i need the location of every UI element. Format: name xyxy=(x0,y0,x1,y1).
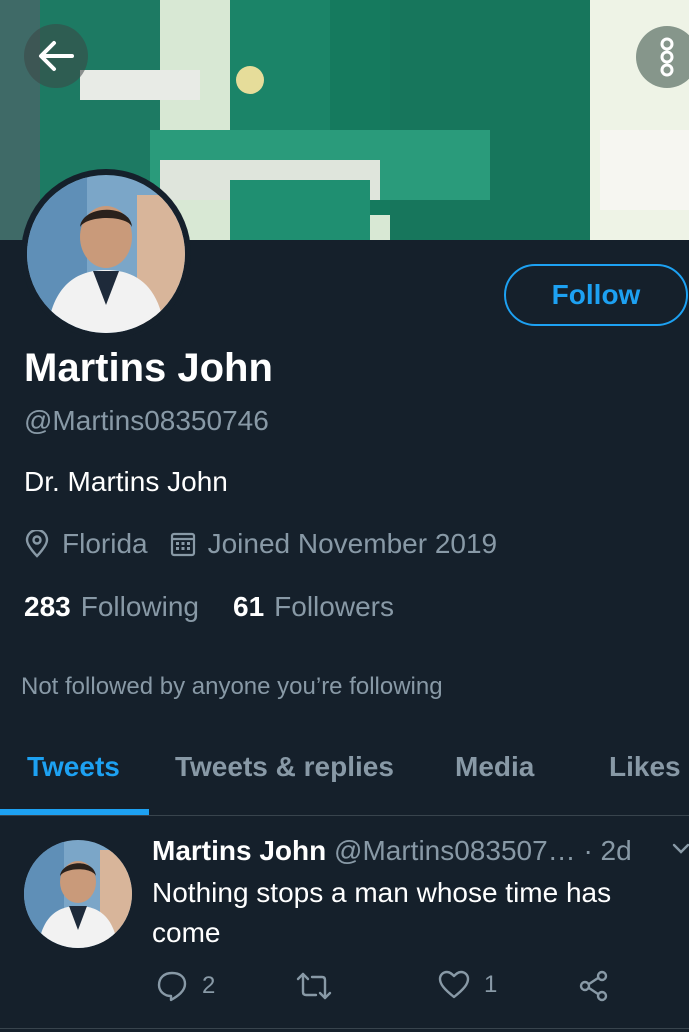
tweet-header: Martins John @Martins083507… · 2d xyxy=(152,835,632,867)
tab-likes[interactable]: Likes xyxy=(609,751,681,783)
like-count: 1 xyxy=(484,971,498,998)
reply-button[interactable]: 2 xyxy=(156,970,215,1002)
avatar xyxy=(27,175,185,333)
reply-icon xyxy=(157,971,187,1002)
tweet-time: · 2d xyxy=(583,835,632,866)
tweet-text: Nothing stops a man whose time has come xyxy=(152,877,612,948)
divider xyxy=(0,1028,689,1029)
tweet-author-handle: @Martins083507… xyxy=(334,835,576,866)
calendar-icon xyxy=(170,531,196,557)
share-button[interactable] xyxy=(578,970,610,1002)
back-button[interactable] xyxy=(24,24,88,88)
tweet-author-name[interactable]: Martins John xyxy=(152,835,326,866)
location-text: Florida xyxy=(62,528,148,559)
tab-tweets-replies[interactable]: Tweets & replies xyxy=(175,751,394,783)
divider xyxy=(0,815,689,816)
like-button[interactable]: 1 xyxy=(438,970,497,1000)
profile-bio: Dr. Martins John xyxy=(24,466,228,497)
location-icon xyxy=(24,530,50,558)
heart-icon xyxy=(438,970,470,999)
followers-link[interactable]: 61 Followers xyxy=(233,591,394,623)
profile-avatar[interactable] xyxy=(21,169,191,339)
share-icon xyxy=(579,970,608,1002)
more-options-button[interactable] xyxy=(636,26,689,88)
retweet-icon xyxy=(296,972,332,1000)
chevron-down-icon xyxy=(672,843,689,854)
not-followed-notice: Not followed by anyone you’re following xyxy=(21,673,443,700)
arrow-left-icon xyxy=(39,41,74,71)
profile-tabs: Tweets Tweets & replies Media Likes xyxy=(0,735,689,815)
following-link[interactable]: 283 Following xyxy=(24,591,199,623)
reply-count: 2 xyxy=(202,972,216,999)
profile-name: Martins John xyxy=(24,346,273,390)
follow-button[interactable]: Follow xyxy=(504,264,688,326)
tab-tweets[interactable]: Tweets xyxy=(27,751,120,783)
avatar-photo xyxy=(27,175,185,333)
profile-handle: @Martins08350746 xyxy=(24,405,269,436)
avatar-photo xyxy=(24,840,132,948)
following-label: Following xyxy=(80,591,199,622)
tab-media[interactable]: Media xyxy=(455,751,534,783)
profile-meta: Florida Joined November 2019 xyxy=(24,528,497,560)
tweet-actions: 2 1 xyxy=(0,970,689,1010)
follow-counts: 283 Following 61 Followers xyxy=(24,591,394,623)
tweet-menu-button[interactable] xyxy=(672,842,689,860)
tweet-avatar[interactable] xyxy=(24,840,132,948)
following-count: 283 xyxy=(24,591,71,622)
retweet-button[interactable] xyxy=(296,970,346,1002)
joined-text: Joined November 2019 xyxy=(207,528,498,559)
followers-label: Followers xyxy=(274,591,394,622)
followers-count: 61 xyxy=(233,591,265,622)
vertical-dots-icon xyxy=(660,37,674,77)
